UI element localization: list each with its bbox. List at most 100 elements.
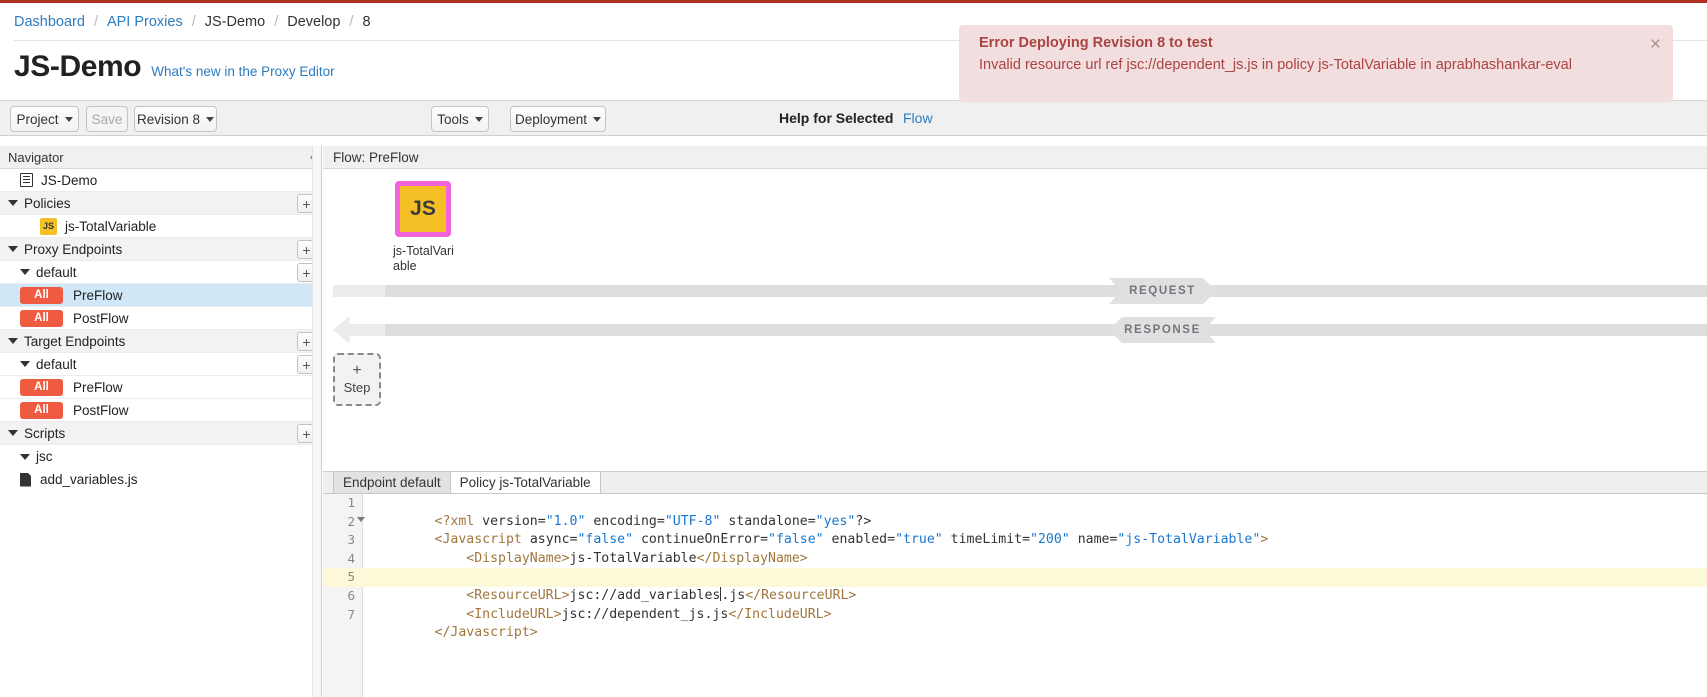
plus-icon: + — [352, 364, 361, 378]
revision-label: Revision 8 — [137, 112, 200, 127]
navigator-title: Navigator — [8, 150, 64, 165]
line-number: 4 — [323, 550, 355, 569]
policy-node-label: js-TotalVariable — [393, 244, 455, 274]
sidebar-item-jsc[interactable]: jsc — [0, 445, 321, 468]
sidebar-item-target-postflow[interactable]: All PostFlow — [0, 399, 321, 422]
proxy-editor-page: Dashboard / API Proxies / JS-Demo / Deve… — [0, 0, 1707, 697]
sidebar-item-target-preflow[interactable]: All PreFlow — [0, 376, 321, 399]
deployment-dropdown-button[interactable]: Deployment — [510, 106, 606, 132]
chevron-down-icon — [593, 117, 601, 122]
step-label: Step — [344, 380, 371, 395]
sidebar-item-label: PostFlow — [73, 311, 129, 326]
sidebar-item-label: PreFlow — [73, 288, 123, 303]
flow-header: Flow: PreFlow — [323, 146, 1707, 169]
sidebar-item-label: Target Endpoints — [24, 334, 125, 349]
help-flow-link[interactable]: Flow — [903, 110, 933, 126]
sidebar-item-target-endpoints[interactable]: Target Endpoints + — [0, 330, 321, 353]
editor-tabs: Endpoint default Policy js-TotalVariable — [323, 472, 1707, 494]
close-icon[interactable]: × — [1650, 35, 1661, 54]
chevron-down-icon — [206, 117, 214, 122]
response-flow-line — [385, 324, 1707, 336]
breadcrumb-item-js-demo[interactable]: JS-Demo — [205, 14, 265, 30]
sidebar-item-proxy-endpoints[interactable]: Proxy Endpoints + — [0, 238, 321, 261]
sidebar-item-label: js-TotalVariable — [65, 219, 156, 234]
breadcrumb-separator: / — [349, 14, 353, 30]
project-label: Project — [16, 112, 58, 127]
add-step-button[interactable]: + Step — [333, 353, 381, 406]
sidebar-item-label: default — [36, 357, 77, 372]
breadcrumb-item-api-proxies[interactable]: API Proxies — [107, 14, 183, 30]
tools-dropdown-button[interactable]: Tools — [431, 106, 489, 132]
file-icon — [20, 473, 31, 487]
navigator-header: Navigator « — [0, 146, 321, 169]
page-title: JS-Demo — [14, 50, 141, 84]
chevron-down-icon — [65, 117, 73, 122]
breadcrumb-item-revision[interactable]: 8 — [362, 14, 370, 30]
navigator-panel: Navigator « JS-Demo Policies + JS js-Tot… — [0, 146, 322, 697]
code-editor-panel: Endpoint default Policy js-TotalVariable… — [323, 471, 1707, 697]
sidebar-scrollbar[interactable] — [312, 146, 321, 697]
breadcrumb-item-dashboard[interactable]: Dashboard — [14, 14, 85, 30]
triangle-down-icon — [20, 269, 30, 275]
fold-triangle-icon[interactable] — [357, 517, 365, 522]
xml-code-view[interactable]: 1<?xml version="1.0" encoding="UTF-8" st… — [323, 494, 1707, 624]
sidebar-item-proxy-postflow[interactable]: All PostFlow — [0, 307, 321, 330]
sidebar-item-js-demo[interactable]: JS-Demo — [0, 169, 321, 192]
request-label: REQUEST — [1129, 285, 1196, 297]
triangle-down-icon — [8, 338, 18, 344]
policy-node-js-totalvariable[interactable]: JS — [395, 181, 451, 237]
line-number: 2 — [323, 513, 355, 532]
sidebar-item-label: Policies — [24, 196, 71, 211]
all-badge-icon: All — [20, 402, 63, 419]
deployment-label: Deployment — [515, 112, 587, 127]
code-line: 2<Javascript async="false" continueOnErr… — [323, 513, 1707, 532]
proxy-icon — [20, 173, 33, 187]
sidebar-item-policies[interactable]: Policies + — [0, 192, 321, 215]
triangle-down-icon — [20, 454, 30, 460]
error-message: Invalid resource url ref jsc://dependent… — [979, 55, 1633, 75]
code-line: 3 <DisplayName>js-TotalVariable</Display… — [323, 531, 1707, 550]
response-band: RESPONSE — [1109, 317, 1216, 343]
triangle-down-icon — [8, 246, 18, 252]
sidebar-item-proxy-preflow[interactable]: All PreFlow — [0, 284, 321, 307]
page-header: JS-Demo What's new in the Proxy Editor — [14, 50, 335, 84]
breadcrumb-item-develop[interactable]: Develop — [287, 14, 340, 30]
tab-endpoint-default[interactable]: Endpoint default — [333, 471, 451, 493]
code-line-active: 5 <ResourceURL>jsc://add_variables.js</R… — [323, 568, 1707, 587]
code-line: 7</Javascript> — [323, 606, 1707, 625]
response-label: RESPONSE — [1124, 324, 1201, 336]
sidebar-item-label: PostFlow — [73, 403, 129, 418]
sidebar-item-label: jsc — [36, 449, 53, 464]
code-line: 4 <Properties/> — [323, 550, 1707, 569]
flow-canvas: Flow: PreFlow JS js-TotalVariable REQUES… — [323, 146, 1707, 471]
sidebar-item-proxy-default[interactable]: default + — [0, 261, 321, 284]
flow-header-label: Flow: PreFlow — [333, 150, 419, 165]
sidebar-item-target-default[interactable]: default + — [0, 353, 321, 376]
sidebar-item-label: default — [36, 265, 77, 280]
chevron-down-icon — [475, 117, 483, 122]
triangle-down-icon — [20, 361, 30, 367]
save-button[interactable]: Save — [86, 106, 128, 132]
line-number: 1 — [323, 494, 355, 513]
revision-dropdown-button[interactable]: Revision 8 — [134, 106, 217, 132]
request-band: REQUEST — [1109, 278, 1216, 304]
error-notification: Error Deploying Revision 8 to test Inval… — [959, 25, 1673, 102]
breadcrumb-separator: / — [274, 14, 278, 30]
whats-new-link[interactable]: What's new in the Proxy Editor — [151, 64, 334, 79]
sidebar-item-add-variables-js[interactable]: add_variables.js — [0, 468, 321, 491]
triangle-down-icon — [8, 200, 18, 206]
sidebar-item-label: add_variables.js — [40, 472, 138, 487]
tab-label: Endpoint default — [343, 475, 441, 490]
code-line: 1<?xml version="1.0" encoding="UTF-8" st… — [323, 494, 1707, 513]
tools-label: Tools — [437, 112, 469, 127]
sidebar-item-js-totalvariable[interactable]: JS js-TotalVariable — [0, 215, 321, 238]
project-dropdown-button[interactable]: Project — [10, 106, 79, 132]
sidebar-item-scripts[interactable]: Scripts + — [0, 422, 321, 445]
tab-policy-js-totalvariable[interactable]: Policy js-TotalVariable — [450, 471, 601, 493]
code-token: </Javascript> — [435, 625, 538, 640]
line-number: 5 — [323, 568, 355, 587]
sidebar-item-label: JS-Demo — [41, 173, 97, 188]
sidebar-item-label: Scripts — [24, 426, 65, 441]
line-number: 3 — [323, 531, 355, 550]
request-flow-line — [385, 285, 1707, 297]
